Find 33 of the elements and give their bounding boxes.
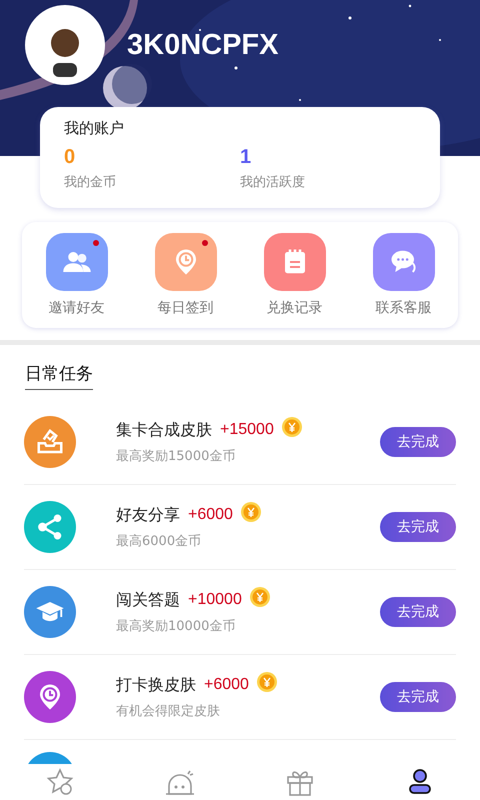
section-title: 日常任务: [25, 362, 93, 390]
complete-button[interactable]: 去完成: [380, 512, 456, 542]
reward-amount: +10000: [188, 591, 242, 609]
stat-label: 我的金币: [64, 174, 117, 191]
avatar[interactable]: [25, 5, 105, 85]
coin-icon: [256, 672, 277, 692]
star-question-tab[interactable]: [45, 767, 75, 797]
complete-button[interactable]: 去完成: [380, 427, 456, 457]
shortcut-button[interactable]: 联系客服: [372, 233, 434, 317]
stat-label: 我的活跃度: [240, 174, 306, 191]
task-subtitle: 最高奖励15000金币: [116, 448, 236, 464]
task-subtitle: 最高6000金币: [116, 532, 202, 550]
coin-icon: [250, 587, 270, 607]
shortcut-button[interactable]: 兑换记录: [264, 233, 326, 317]
task-title: 闯关答题: [116, 590, 180, 610]
stat-value: 0: [64, 146, 76, 169]
complete-button[interactable]: 去完成: [380, 597, 456, 627]
task-title: 打卡换皮肤: [116, 674, 196, 696]
coin-icon: [282, 417, 302, 437]
reward-amount: +6000: [188, 506, 233, 524]
reward-amount: +6000: [204, 676, 249, 694]
card-title: 我的账户: [64, 119, 125, 138]
task-title: 集卡合成皮肤: [116, 420, 212, 440]
task-subtitle: 有机会得限定皮肤: [116, 702, 221, 720]
task-title: 好友分享: [116, 504, 180, 526]
complete-button[interactable]: 去完成: [380, 682, 456, 712]
shortcut-button[interactable]: 每日签到: [154, 233, 216, 317]
shortcut-button[interactable]: 邀请好友: [46, 233, 108, 317]
coin-icon: [240, 502, 261, 522]
username: 3K0NCPFX: [127, 28, 278, 62]
task-subtitle: 最高奖励10000金币: [116, 618, 236, 634]
reward-amount: +15000: [220, 421, 274, 439]
stat-value: 1: [240, 146, 252, 169]
